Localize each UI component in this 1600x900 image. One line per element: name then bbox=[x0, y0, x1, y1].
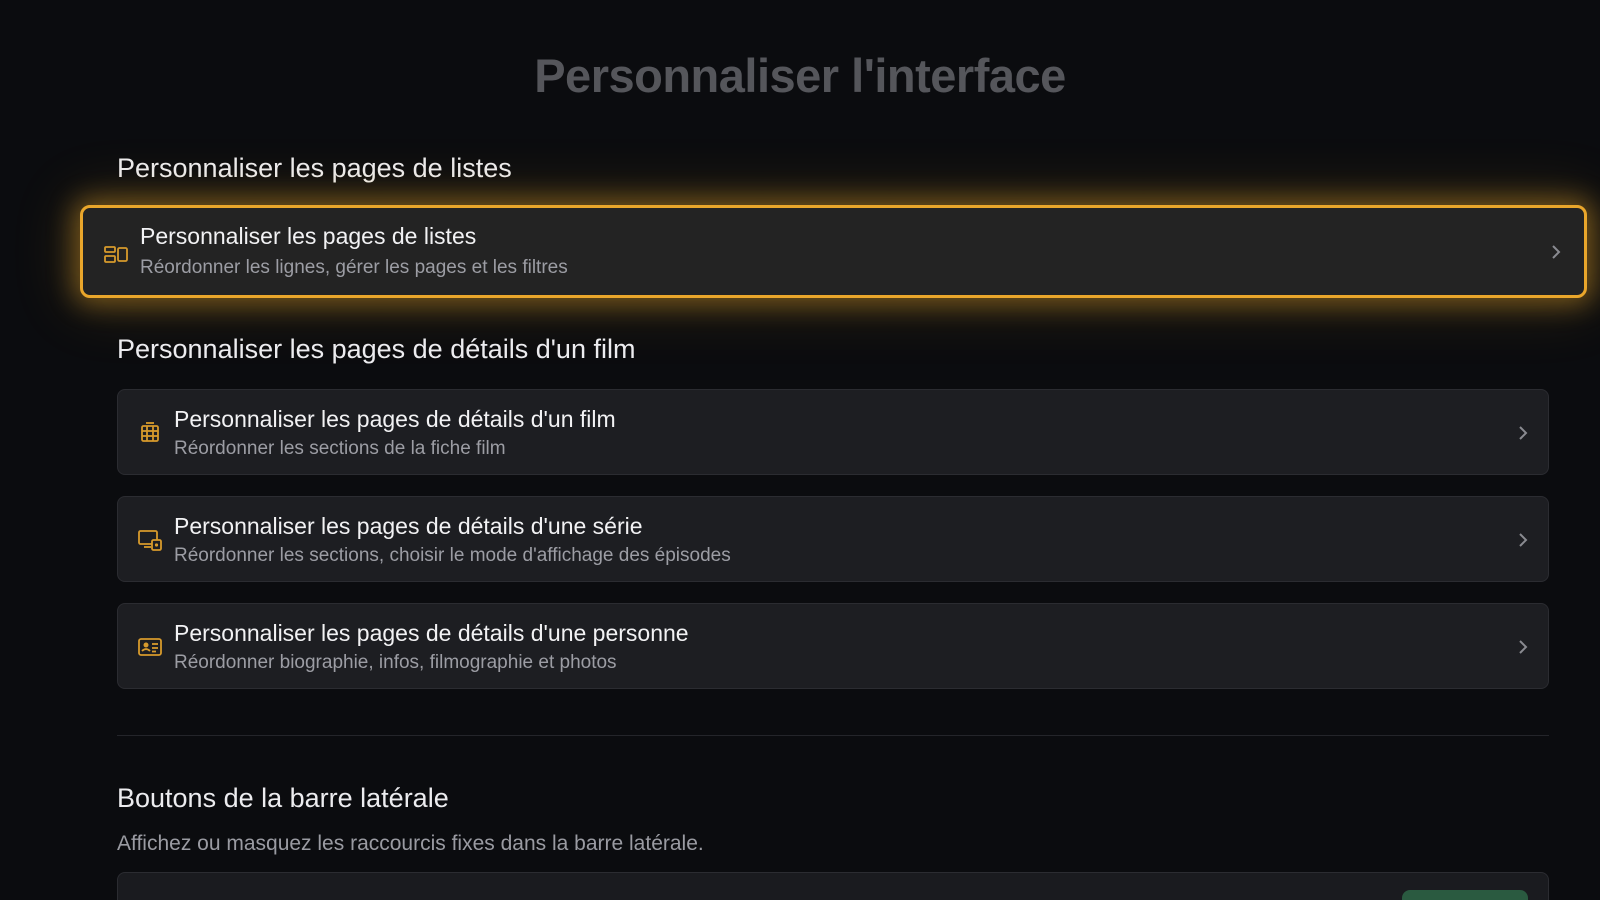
layout-grid-icon bbox=[103, 242, 129, 268]
chevron-right-icon bbox=[1519, 426, 1528, 440]
row-customize-person-details[interactable]: Personnaliser les pages de détails d'une… bbox=[117, 603, 1549, 689]
row-customize-list-pages[interactable]: Personnaliser les pages de listes Réordo… bbox=[80, 205, 1587, 298]
section-heading-details: Personnaliser les pages de détails d'un … bbox=[117, 334, 636, 364]
section-heading-lists: Personnaliser les pages de listes bbox=[117, 153, 512, 183]
sidebar-shortcut-toggle[interactable] bbox=[1402, 890, 1528, 900]
section-description-sidebar: Affichez ou masquez les raccourcis fixes… bbox=[117, 832, 704, 855]
row-customize-series-details[interactable]: Personnaliser les pages de détails d'une… bbox=[117, 496, 1549, 582]
customize-interface-page: Personnaliser l'interface Personnaliser … bbox=[0, 0, 1600, 900]
tv-series-icon bbox=[137, 527, 163, 553]
page-title: Personnaliser l'interface bbox=[534, 49, 1066, 102]
section-heading-sidebar: Boutons de la barre latérale bbox=[117, 783, 449, 813]
row-subtitle: Réordonner les sections de la fiche film bbox=[174, 438, 506, 459]
chevron-right-icon bbox=[1552, 245, 1561, 259]
row-title: Personnaliser les pages de détails d'un … bbox=[174, 406, 616, 432]
sidebar-toggle-card[interactable] bbox=[117, 872, 1549, 900]
row-subtitle: Réordonner les sections, choisir le mode… bbox=[174, 545, 731, 566]
row-title: Personnaliser les pages de listes bbox=[140, 223, 477, 249]
film-icon bbox=[137, 420, 163, 446]
chevron-right-icon bbox=[1519, 533, 1528, 547]
row-customize-film-details[interactable]: Personnaliser les pages de détails d'un … bbox=[117, 389, 1549, 475]
row-title: Personnaliser les pages de détails d'une… bbox=[174, 620, 689, 646]
chevron-right-icon bbox=[1519, 640, 1528, 654]
section-divider bbox=[117, 735, 1549, 736]
row-subtitle: Réordonner biographie, infos, filmograph… bbox=[174, 652, 617, 673]
row-subtitle: Réordonner les lignes, gérer les pages e… bbox=[140, 257, 568, 278]
row-title: Personnaliser les pages de détails d'une… bbox=[174, 513, 643, 539]
person-card-icon bbox=[137, 634, 163, 660]
